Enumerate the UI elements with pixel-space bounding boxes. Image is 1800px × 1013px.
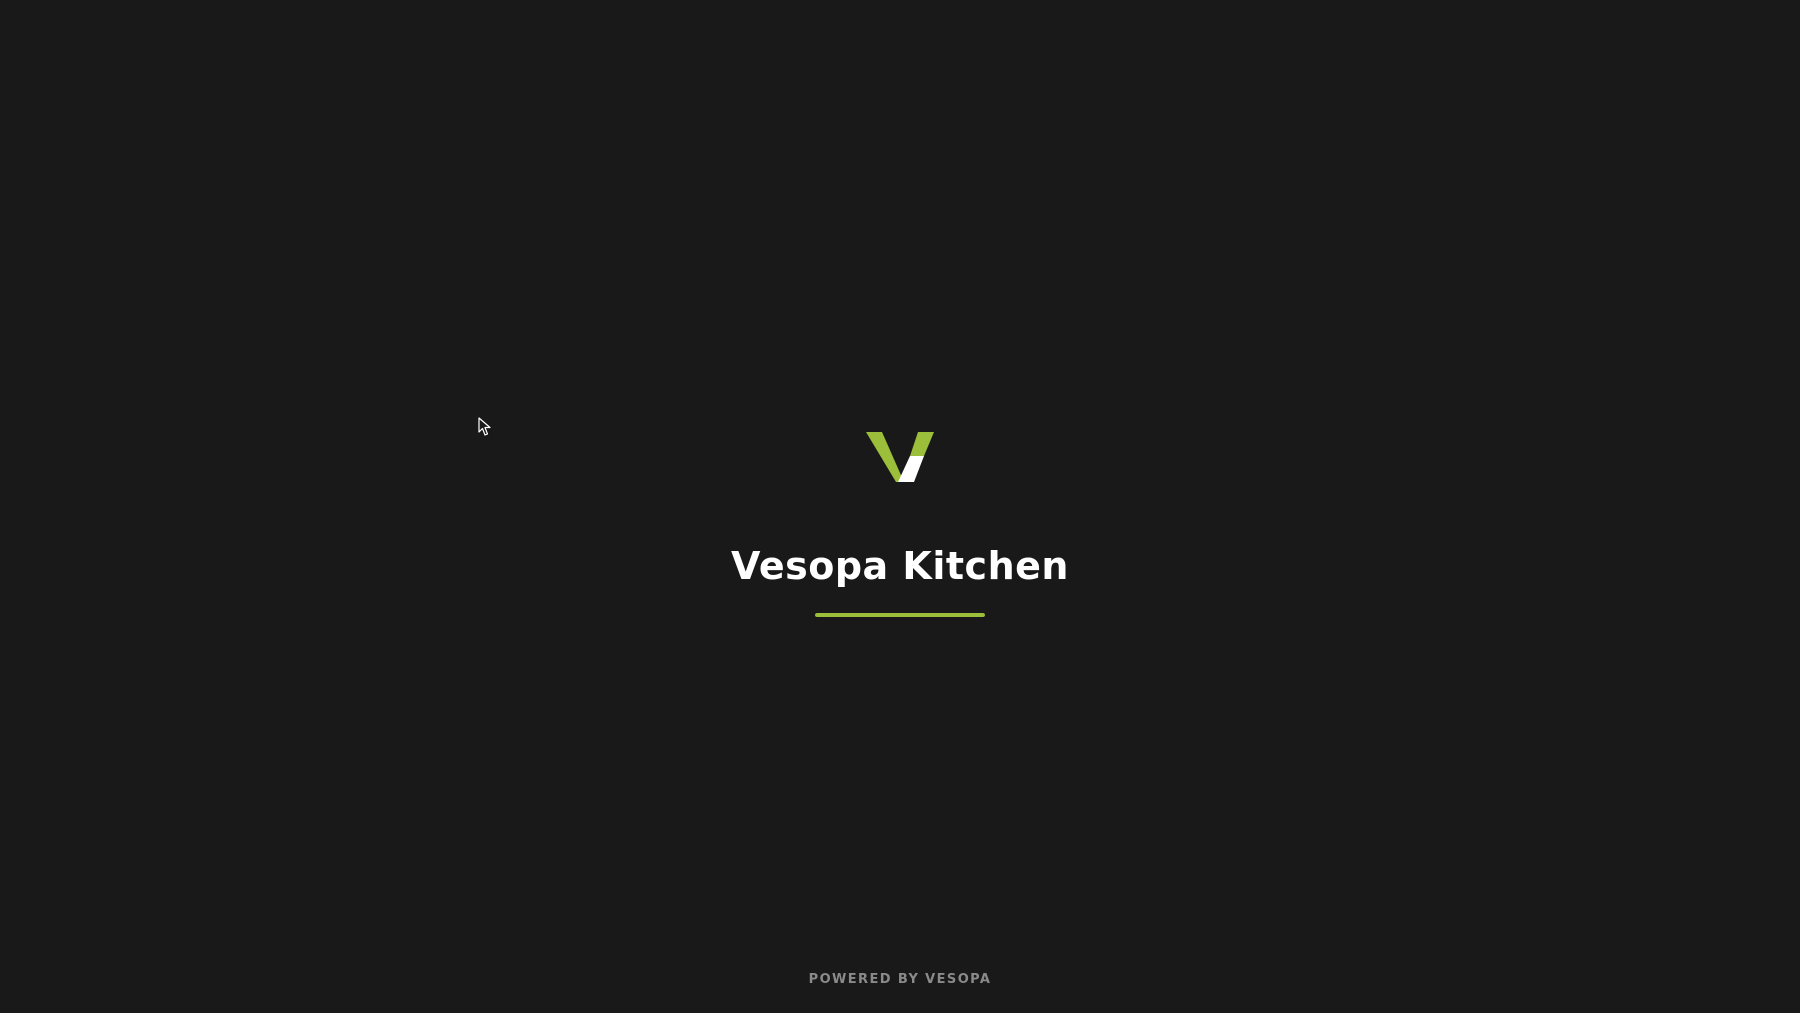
splash-screen: Vesopa Kitchen POWERED BY VESOPA	[0, 0, 1800, 1013]
logo-right-lower-stroke	[898, 456, 924, 482]
loading-bar-fill	[815, 613, 985, 617]
powered-by-footer: POWERED BY VESOPA	[808, 972, 992, 987]
loading-bar	[815, 613, 985, 617]
splash-content: Vesopa Kitchen POWERED BY VESOPA	[0, 0, 1800, 1013]
app-title: Vesopa Kitchen	[731, 544, 1069, 588]
logo-right-upper-stroke	[910, 432, 934, 456]
logo-left-stroke	[866, 432, 904, 482]
vesopa-v-logo-icon	[866, 432, 934, 482]
mouse-pointer-icon	[478, 417, 491, 436]
